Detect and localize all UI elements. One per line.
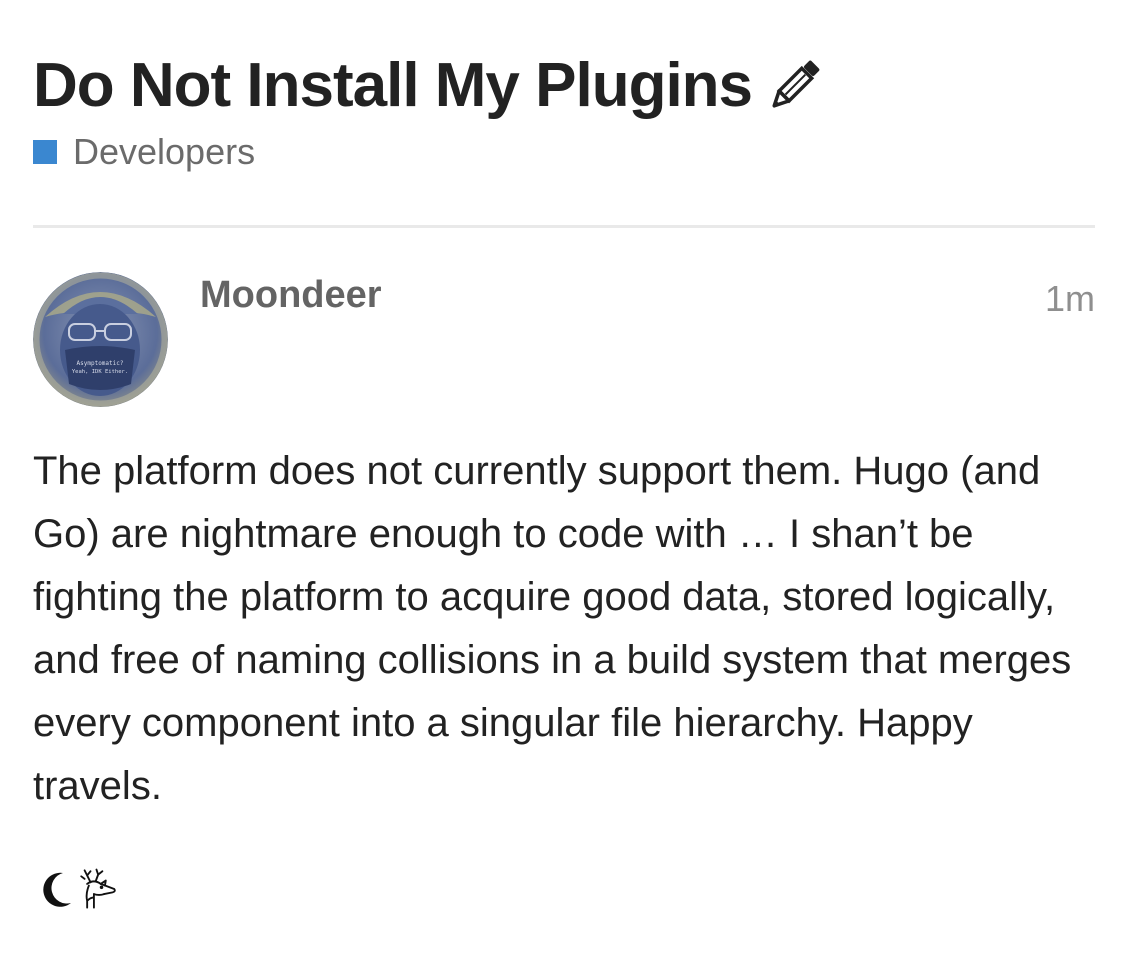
topic-page: Do Not Install My Plugins Developers Asy…: [33, 0, 1095, 965]
post-author[interactable]: Moondeer: [200, 274, 382, 317]
category-badge[interactable]: Developers: [33, 128, 1095, 176]
topic-title[interactable]: Do Not Install My Plugins: [33, 48, 753, 124]
avatar[interactable]: Asymptomatic? Yeah, IDK Either.: [33, 272, 168, 407]
pencil-icon: [772, 60, 820, 108]
edit-title-button[interactable]: [764, 56, 824, 116]
avatar-mask-text-2: Yeah, IDK Either.: [72, 369, 128, 375]
deer-icon: [80, 868, 116, 909]
crescent-moon-icon: [43, 872, 71, 907]
avatar-mask-text-1: Asymptomatic?: [77, 360, 124, 367]
topic-header: Do Not Install My Plugins Developers: [33, 48, 1095, 176]
post-signature: [33, 864, 121, 914]
category-color-swatch: [33, 140, 57, 164]
post-timestamp[interactable]: 1m: [1045, 278, 1095, 320]
title-row: Do Not Install My Plugins: [33, 48, 1095, 124]
post-body: The platform does not currently support …: [33, 449, 1072, 808]
header-divider: [33, 225, 1095, 228]
category-name[interactable]: Developers: [73, 131, 255, 173]
